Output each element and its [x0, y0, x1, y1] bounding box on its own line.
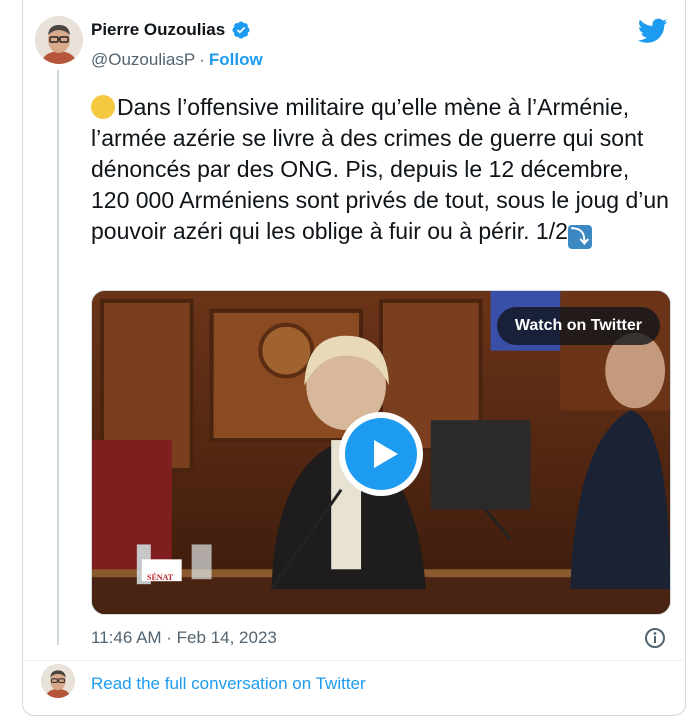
watch-on-twitter-button[interactable]: Watch on Twitter — [496, 307, 660, 345]
author-name-row[interactable]: Pierre Ouzoulias — [91, 20, 251, 40]
separator-dot: · — [199, 50, 205, 69]
tweet-embed-card: Pierre Ouzoulias @OuzouliasP · Follow Da… — [22, 0, 686, 716]
thread-line — [57, 70, 59, 645]
video-player[interactable]: SÉNAT Watch on Twitter — [91, 290, 671, 615]
senat-placard: SÉNAT — [147, 573, 174, 582]
twitter-bird-icon[interactable] — [637, 18, 668, 44]
info-icon[interactable] — [644, 627, 666, 649]
verified-badge-icon — [231, 20, 251, 40]
tweet-timestamp[interactable]: 11:46 AM · Feb 14, 2023 — [91, 628, 277, 648]
author-avatar-small[interactable] — [41, 664, 75, 698]
yellow-circle-emoji — [91, 95, 115, 119]
tweet-text-main: Dans l’offensive militaire qu’elle mène … — [91, 94, 669, 244]
play-button[interactable] — [339, 412, 423, 496]
author-handle[interactable]: @OuzouliasP — [91, 50, 195, 70]
follow-link[interactable]: Follow — [209, 50, 263, 70]
author-name[interactable]: Pierre Ouzoulias — [91, 20, 225, 40]
read-full-conversation-link[interactable]: Read the full conversation on Twitter — [91, 674, 366, 694]
author-handle-row: @OuzouliasP · Follow — [91, 50, 263, 70]
tweet-text: Dans l’offensive militaire qu’elle mène … — [91, 92, 671, 249]
footer-divider — [23, 660, 685, 661]
play-icon[interactable] — [345, 418, 417, 490]
right-arrow-curving-down-emoji: ⤵ — [567, 225, 592, 249]
author-avatar[interactable] — [35, 16, 83, 64]
